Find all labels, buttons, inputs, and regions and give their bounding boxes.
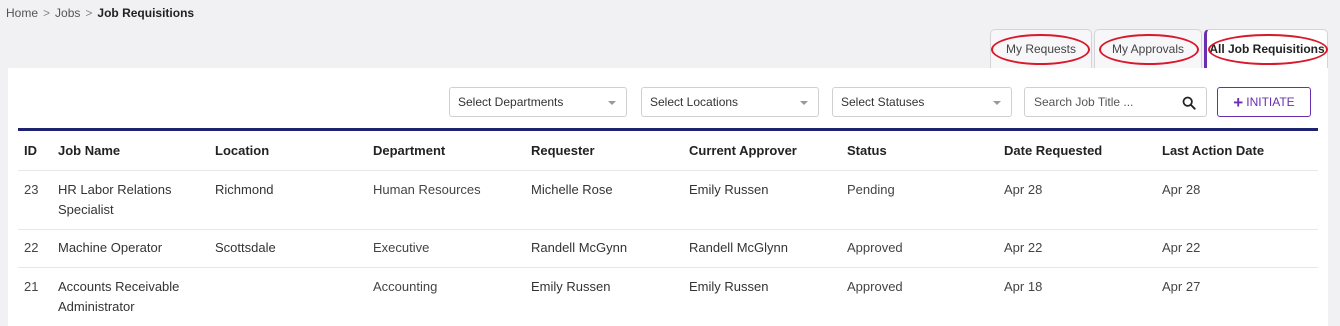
filter-bar: Select Departments Select Locations Sele…	[8, 87, 1328, 117]
cell-current-approver: Emily Russen	[689, 278, 769, 294]
cell-current-approver: Randell McGlynn	[683, 229, 841, 268]
cell-requester: Emily Russen	[531, 278, 611, 294]
column-header-job-name[interactable]: Job Name	[52, 131, 209, 171]
table-header-row: ID Job Name Location Department Requeste…	[18, 131, 1318, 171]
table-row[interactable]: 23 HR Labor Relations Specialist Richmon…	[18, 170, 1318, 230]
cell-last-action-date: Apr 27	[1162, 278, 1201, 294]
requisition-tabs: My Requests My Approvals All Job Requisi…	[990, 29, 1328, 68]
cell-job-name[interactable]: Machine Operator	[52, 229, 209, 268]
cell-id: 21	[24, 278, 39, 294]
cell-date-requested: Apr 18	[1004, 278, 1043, 294]
cell-date-requested: Apr 22	[998, 229, 1156, 268]
breadcrumb-home[interactable]: Home	[6, 6, 38, 20]
cell-last-action-date: Apr 22	[1156, 229, 1318, 268]
chevron-down-icon	[993, 101, 1001, 105]
cell-department: Accounting	[373, 278, 438, 294]
column-header-department[interactable]: Department	[367, 131, 525, 171]
breadcrumb-separator: >	[43, 6, 51, 20]
cell-last-action-date: Apr 28	[1156, 170, 1318, 230]
requisitions-panel: Select Departments Select Locations Sele…	[8, 68, 1328, 326]
tab-all-job-requisitions[interactable]: All Job Requisitions	[1204, 29, 1328, 68]
cell-department: Human Resources	[367, 170, 525, 230]
breadcrumb-separator: >	[85, 6, 93, 20]
column-header-status[interactable]: Status	[841, 131, 998, 171]
cell-job-name[interactable]: HR Labor Relations Specialist	[52, 170, 209, 230]
departments-select-value: Select Departments	[458, 95, 564, 109]
cell-job-name[interactable]: Accounts Receivable Administrator	[52, 267, 209, 323]
breadcrumb-jobs[interactable]: Jobs	[55, 6, 80, 20]
search-input[interactable]	[1025, 88, 1170, 116]
cell-requester: Randell McGynn	[525, 229, 683, 268]
initiate-label: INITIATE	[1246, 95, 1295, 109]
tab-label: My Requests	[1005, 42, 1077, 56]
tab-label: All Job Requisitions	[1209, 42, 1325, 56]
cell-status: Approved	[847, 278, 903, 294]
requisitions-table: ID Job Name Location Department Requeste…	[18, 131, 1318, 323]
cell-location: Scottsdale	[209, 229, 367, 268]
column-header-last-action-date[interactable]: Last Action Date	[1156, 131, 1318, 171]
cell-current-approver: Emily Russen	[683, 170, 841, 230]
cell-status: Approved	[841, 229, 998, 268]
job-title-search	[1024, 87, 1207, 117]
column-header-current-approver[interactable]: Current Approver	[683, 131, 841, 171]
tab-my-requests[interactable]: My Requests	[990, 29, 1092, 68]
column-header-requester[interactable]: Requester	[525, 131, 683, 171]
initiate-button[interactable]: + INITIATE	[1217, 87, 1311, 117]
chevron-down-icon	[800, 101, 808, 105]
departments-select[interactable]: Select Departments	[449, 87, 627, 117]
breadcrumb: Home > Jobs > Job Requisitions	[6, 6, 194, 20]
column-header-id[interactable]: ID	[18, 131, 52, 171]
tab-label: My Approvals	[1111, 42, 1185, 56]
table-row[interactable]: 22 Machine Operator Scottsdale Executive…	[18, 229, 1318, 268]
cell-location	[209, 267, 367, 323]
locations-select-value: Select Locations	[650, 95, 739, 109]
breadcrumb-current: Job Requisitions	[97, 6, 195, 20]
cell-department: Executive	[367, 229, 525, 268]
table-row[interactable]: 21 Accounts Receivable Administrator Acc…	[18, 267, 1318, 323]
cell-requester: Michelle Rose	[525, 170, 683, 230]
locations-select[interactable]: Select Locations	[641, 87, 819, 117]
column-header-location[interactable]: Location	[209, 131, 367, 171]
search-icon[interactable]	[1182, 96, 1196, 110]
cell-location: Richmond	[209, 170, 367, 230]
column-header-date-requested[interactable]: Date Requested	[998, 131, 1156, 171]
cell-id: 23	[18, 170, 52, 230]
plus-icon: +	[1233, 92, 1244, 112]
tab-my-approvals[interactable]: My Approvals	[1094, 29, 1202, 68]
cell-date-requested: Apr 28	[998, 170, 1156, 230]
chevron-down-icon	[608, 101, 616, 105]
statuses-select-value: Select Statuses	[841, 95, 925, 109]
cell-id: 22	[18, 229, 52, 268]
statuses-select[interactable]: Select Statuses	[832, 87, 1012, 117]
cell-status: Pending	[841, 170, 998, 230]
